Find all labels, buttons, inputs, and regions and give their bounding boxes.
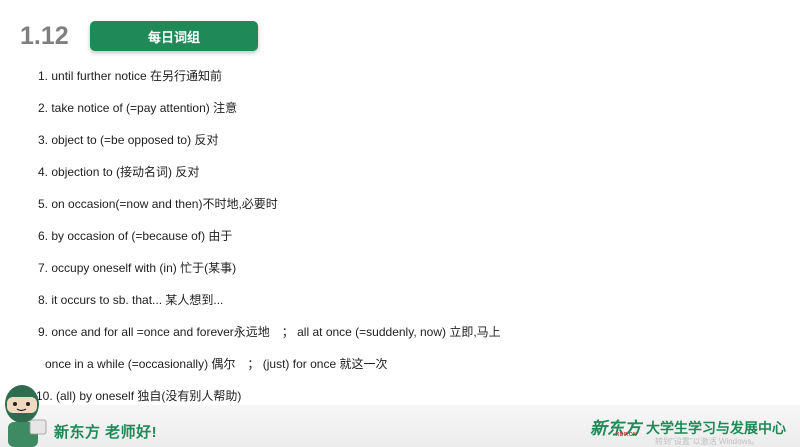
daily-phrases-title-button[interactable]: 每日词组 (90, 21, 258, 51)
windows-activation-watermark: 转到"设置"以激活 Windows。 (655, 437, 760, 446)
mascot-illustration (5, 385, 47, 447)
footer-slogan: 新东方 老师好! (54, 424, 158, 441)
xdf-logo-subtext: XDF.CN (616, 432, 638, 438)
phrase-item-8: 8. it occurs to sb. that... 某人想到... (38, 293, 224, 307)
phrase-item-10: 10. (all) by oneself 独自(没有别人帮助) (36, 389, 242, 403)
phrase-item-3: 3. object to (=be opposed to) 反对 (38, 133, 219, 147)
center-name: 大学生学习与发展中心 (646, 420, 786, 436)
phrase-item-4: 4. objection to (接动名词) 反对 (38, 165, 200, 179)
phrase-item-5: 5. on occasion(=now and then)不时地,必要时 (38, 197, 278, 211)
phrase-item-6: 6. by occasion of (=because of) 由于 (38, 229, 233, 243)
phrase-item-7: 7. occupy oneself with (in) 忙于(某事) (38, 261, 237, 275)
phrase-item-9b: once in a while (=occasionally) 偶尔 ； (ju… (45, 357, 388, 371)
lesson-date: 1.12 (20, 22, 69, 50)
phrase-item-1: 1. until further notice 在另行通知前 (38, 69, 223, 83)
phrase-item-2: 2. take notice of (=pay attention) 注意 (38, 101, 238, 115)
phrase-item-9: 9. once and for all =once and forever永远地… (38, 325, 501, 339)
